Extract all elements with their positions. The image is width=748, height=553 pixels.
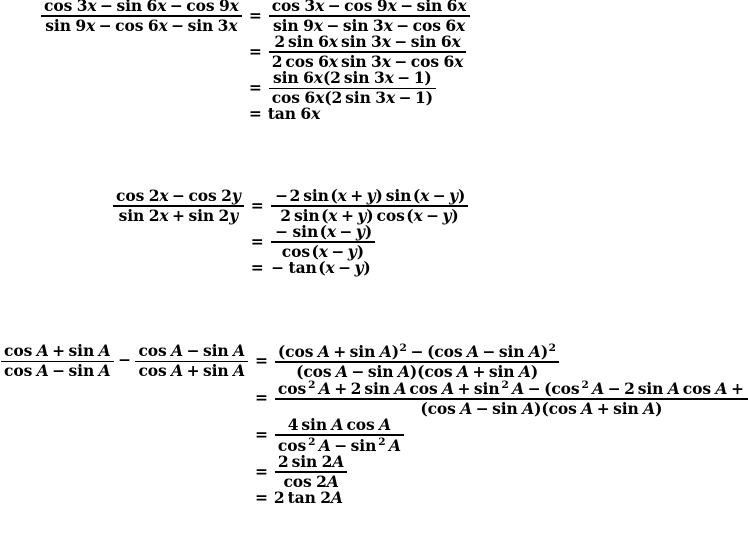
problem-1-result: tan 6x <box>267 104 321 124</box>
fraction-denominator: (cos A − sin A)(cos A + sin A) <box>296 361 539 381</box>
fraction: (cos A + sin A)2− (cos A − sin A)2 (cos A − sin… <box>274 341 560 381</box>
fraction: sin 6x(2 sin 3x −1) cos 6x(2 sin 3x −1) <box>268 68 436 106</box>
fraction: cos 3x − sin 6x − cos 9x sin 9x − cos 6x − sin 3… <box>41 0 242 34</box>
fraction-numerator: cos 2x − cos 2y <box>116 186 241 205</box>
problem-3-step-1: (cos A + sin A)2− (cos A − sin A)2 (cos A − sin… <box>274 341 560 381</box>
problem-2: cos 2x − cos 2y sin 2x + sin 2y = −2 sin(x + y… <box>112 186 470 278</box>
fraction-denominator: (cos A − sin A)(cos A + sin A) <box>420 398 663 418</box>
fraction-denominator: cos A + sin A <box>138 361 246 381</box>
fraction-numerator: sin 6x(2 sin 3x −1) <box>273 68 432 88</box>
problem-3-result: 2 tan 2A <box>273 487 343 507</box>
fraction-numerator: 2 sin 2A <box>277 451 345 471</box>
problem-2-lhs: cos 2x − cos 2y sin 2x + sin 2y <box>112 186 245 225</box>
problem-2-step-2: − sin(x − y) cos(x − y) <box>270 222 376 260</box>
fraction: −2 sin(x + y) sin(x − y) 2 sin(x + y) cos(x − y) <box>270 186 469 224</box>
fraction: cos 3x − cos 9x − sin 6x sin 9x − sin 3x − cos 6… <box>268 0 470 34</box>
relation-equals: = <box>248 104 262 124</box>
fraction-numerator: cos A − sin A <box>138 341 246 361</box>
fraction-term-2: cos A − sin A cos A + sin A <box>135 341 249 381</box>
fraction-denominator: sin 9x − cos 6x − sin 3x <box>45 15 238 35</box>
problem-2-result: − tan(x − y) <box>271 258 371 278</box>
problem-1-lhs: cos 3x − sin 6x − cos 9x sin 9x − cos 6x − sin 3… <box>40 0 243 34</box>
fraction: cos 2 A +2 sin A cos A + sin 2 A − (cos 2 A −2 si… <box>274 378 748 418</box>
relation-equals: = <box>255 388 268 408</box>
relation-equals: = <box>250 232 264 252</box>
math-document: cos 3x − sin 6x − cos 9x sin 9x − cos 6x − sin 3… <box>0 0 748 553</box>
fraction-numerator: cos 3x − cos 9x − sin 6x <box>271 0 467 15</box>
lhs-operator: − <box>118 350 131 370</box>
fraction-numerator: 4 sin A cos A <box>287 414 392 434</box>
fraction-numerator: cos 3x − sin 6x − cos 9x <box>44 0 239 15</box>
problem-3-lhs: cos A + sin A cos A − sin A − cos A − sin A co… <box>0 343 249 379</box>
problem-1: cos 3x − sin 6x − cos 9x sin 9x − cos 6x − sin 3… <box>40 0 471 123</box>
problem-1-step-2: 2 sin 6x sin 3x − sin 6x 2 cos 6x sin 3x − c… <box>268 32 468 70</box>
relation-equals: = <box>248 5 262 25</box>
fraction-numerator: (cos A + sin A)2− (cos A − sin A)2 <box>277 341 556 361</box>
problem-3-step-3: 4 sin A cos A cos 2 A − sin 2 A <box>274 414 405 454</box>
fraction: 2 sin 2A cos 2A <box>274 451 348 490</box>
problem-1-step-3: sin 6x(2 sin 3x −1) cos 6x(2 sin 3x −1) <box>268 68 437 106</box>
problem-1-step-1: cos 3x − cos 9x − sin 6x sin 9x − sin 3x − cos 6… <box>268 0 471 34</box>
fraction-denominator: cos A − sin A <box>4 361 111 381</box>
problem-3: cos A + sin A cos A − sin A − cos A − sin A co… <box>0 341 748 507</box>
relation-equals: = <box>255 487 268 507</box>
fraction: cos 2x − cos 2y sin 2x + sin 2y <box>113 186 244 225</box>
relation-equals: = <box>248 42 262 62</box>
fraction: 4 sin A cos A cos 2 A − sin 2 A <box>274 414 404 454</box>
relation-equals: = <box>255 461 268 481</box>
fraction-numerator: −2 sin(x + y) sin(x − y) <box>275 186 466 205</box>
relation-equals: = <box>248 78 262 98</box>
problem-3-step-4: 2 sin 2A cos 2A <box>274 451 348 490</box>
fraction-numerator: 2 sin 6x sin 3x − sin 6x <box>274 32 461 52</box>
fraction: − sin(x − y) cos(x − y) <box>270 222 376 260</box>
fraction-numerator: cos 2 A +2 sin A cos A + sin 2 A − (cos 2 A −2 si… <box>277 378 748 398</box>
relation-equals: = <box>255 425 268 445</box>
relation-equals: = <box>255 351 268 371</box>
problem-2-step-1: −2 sin(x + y) sin(x − y) 2 sin(x + y) cos(x − y) <box>270 186 470 224</box>
fraction-numerator: − sin(x − y) <box>275 222 373 242</box>
fraction: 2 sin 6x sin 3x − sin 6x 2 cos 6x sin 3x − c… <box>268 32 467 70</box>
fraction-denominator: sin 2x + sin 2y <box>118 205 239 225</box>
problem-3-step-2: cos 2 A +2 sin A cos A + sin 2 A − (cos 2 A −2 si… <box>274 378 748 418</box>
relation-equals: = <box>250 258 264 278</box>
relation-equals: = <box>250 195 264 215</box>
fraction-numerator: cos A + sin A <box>4 341 111 361</box>
fraction-term-1: cos A + sin A cos A − sin A <box>1 343 114 379</box>
